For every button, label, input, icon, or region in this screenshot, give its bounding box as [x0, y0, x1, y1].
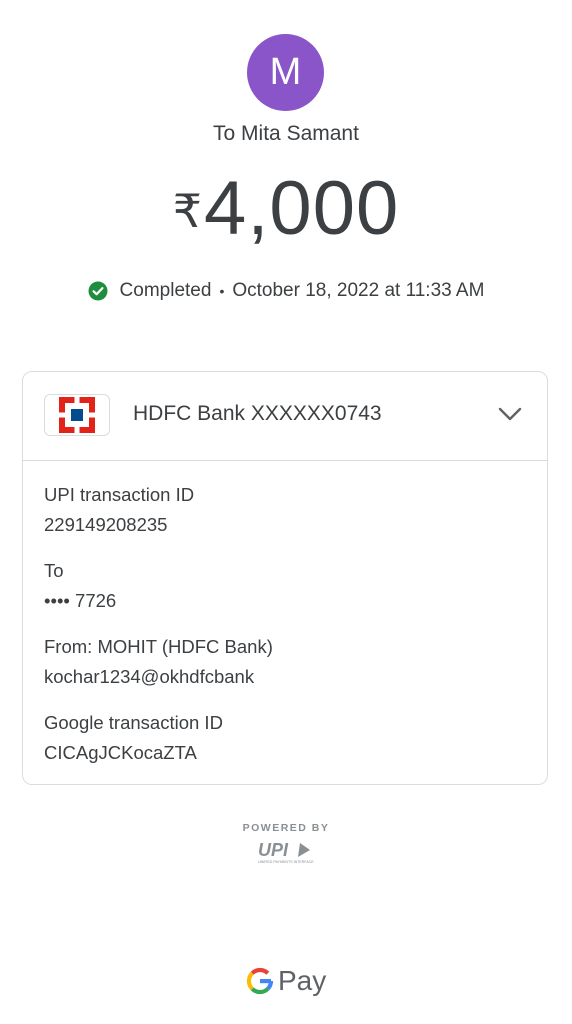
status-text: Completed	[119, 280, 212, 301]
currency-symbol: ₹	[172, 185, 203, 237]
detail-value: kochar1234@okhdfcbank	[44, 666, 255, 687]
detail-value: CICAgJCKocaZTA	[44, 742, 197, 763]
payment-status: Completed • October 18, 2022 at 11:33 AM	[0, 280, 572, 302]
recipient-name: To Mita Samant	[213, 122, 359, 145]
to-account: To •••• 7726	[44, 560, 116, 612]
bank-account-name: HDFC Bank XXXXXX0743	[133, 402, 382, 425]
detail-label: UPI transaction ID	[44, 484, 195, 505]
chevron-down-icon[interactable]	[497, 404, 523, 424]
status-datetime: October 18, 2022 at 11:33 AM	[232, 280, 485, 301]
gpay-text: Pay	[278, 965, 327, 996]
google-pay-logo: Pay	[246, 965, 326, 997]
recipient-avatar: M	[247, 34, 324, 111]
payment-amount: ₹ 4,000	[0, 166, 572, 252]
upi-logo-text: UPI	[258, 840, 289, 860]
transaction-details-card: HDFC Bank XXXXXX0743 UPI transaction ID …	[22, 371, 548, 785]
check-circle-icon	[88, 281, 108, 301]
powered-by-label: POWERED BY	[242, 822, 330, 834]
google-g-icon	[246, 967, 274, 995]
detail-label: From: MOHIT (HDFC Bank)	[44, 636, 273, 657]
detail-value: 229149208235	[44, 514, 168, 535]
status-separator: •	[219, 283, 225, 299]
detail-label: Google transaction ID	[44, 712, 223, 733]
from-account: From: MOHIT (HDFC Bank) kochar1234@okhdf…	[44, 636, 273, 688]
upi-transaction-id: UPI transaction ID 229149208235	[44, 484, 194, 536]
hdfc-logo-icon	[44, 394, 110, 436]
upi-logo-icon: UPI UNIFIED PAYMENTS INTERFACE	[258, 840, 314, 864]
bank-account-row[interactable]: HDFC Bank XXXXXX0743	[23, 372, 547, 461]
detail-value: •••• 7726	[44, 590, 117, 611]
amount-value: 4,000	[204, 166, 400, 251]
upi-tagline: UNIFIED PAYMENTS INTERFACE	[258, 860, 314, 864]
google-transaction-id: Google transaction ID CICAgJCKocaZTA	[44, 712, 223, 764]
detail-label: To	[44, 560, 64, 581]
avatar-letter: M	[269, 51, 302, 93]
